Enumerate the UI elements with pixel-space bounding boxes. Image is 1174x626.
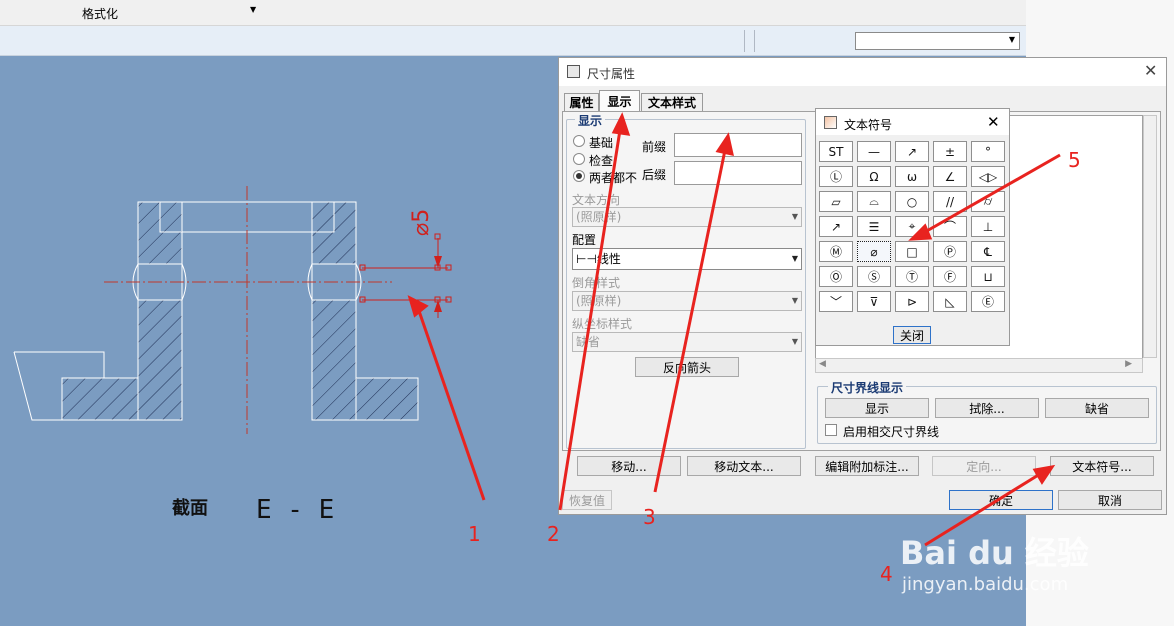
annotation-1: 1 — [468, 522, 481, 546]
annotation-4: 4 — [880, 562, 893, 586]
annotation-3: 3 — [643, 505, 656, 529]
watermark-brand: Bai du 经验 — [900, 534, 1089, 572]
watermark-url: jingyan.baidu.com — [902, 574, 1069, 595]
annotation-5: 5 — [1068, 148, 1081, 172]
annotation-2: 2 — [547, 522, 560, 546]
